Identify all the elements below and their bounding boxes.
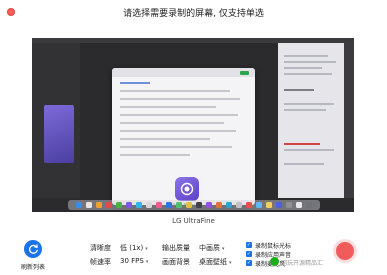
quality-value: 中画质 (199, 244, 220, 252)
refresh-label: 刷新列表 (20, 264, 45, 271)
framerate-select[interactable]: 30 FPS ▾ (120, 257, 148, 265)
quality-select[interactable]: 中画质 ▾ (199, 243, 225, 253)
chevron-down-icon: ▾ (145, 259, 149, 265)
background-value: 桌面壁纸 (199, 258, 227, 266)
record-button[interactable] (336, 242, 354, 260)
screen-preview[interactable]: QuickRecorder (32, 38, 354, 212)
preview-right-toolbar (344, 43, 354, 198)
preview-purple-panel (44, 105, 74, 163)
chevron-down-icon: ▾ (229, 260, 232, 266)
wechat-icon (270, 257, 279, 266)
refresh-button[interactable] (24, 240, 42, 258)
resolution-select[interactable]: 低 (1x) ▾ (120, 243, 148, 253)
refresh-icon (28, 243, 38, 254)
watermark-text: 网玩开源精品汇 (281, 260, 324, 267)
display-name: LG UltraFine (172, 217, 215, 225)
preview-dock (68, 200, 320, 210)
page-title: 请选择需要录制的屏幕, 仅支持单选 (123, 9, 264, 19)
resolution-value: 低 (1x) (120, 244, 144, 252)
record-mic-checkbox[interactable]: ✓ (246, 260, 252, 266)
preview-right-pane (278, 43, 354, 198)
preview-app-window: QuickRecorder (112, 68, 255, 208)
chevron-down-icon: ▾ (145, 246, 148, 252)
framerate-value: 30 FPS (120, 257, 144, 265)
preview-left-pane (32, 43, 80, 198)
quickrecorder-app-icon (175, 177, 199, 201)
framerate-label: 帧速率 (90, 258, 111, 266)
record-app-audio-checkbox[interactable]: ✓ (246, 251, 252, 257)
record-cursor-checkbox[interactable]: ✓ (246, 242, 252, 248)
quality-label: 输出质量 (162, 244, 190, 252)
background-select[interactable]: 桌面壁纸 ▾ (199, 257, 232, 267)
preview-app-toolbar (112, 68, 255, 77)
resolution-label: 清晰度 (90, 244, 111, 252)
record-cursor-label: 录制鼠标光标 (255, 243, 292, 250)
chevron-down-icon: ▾ (222, 246, 225, 252)
background-label: 画面背景 (162, 258, 190, 266)
